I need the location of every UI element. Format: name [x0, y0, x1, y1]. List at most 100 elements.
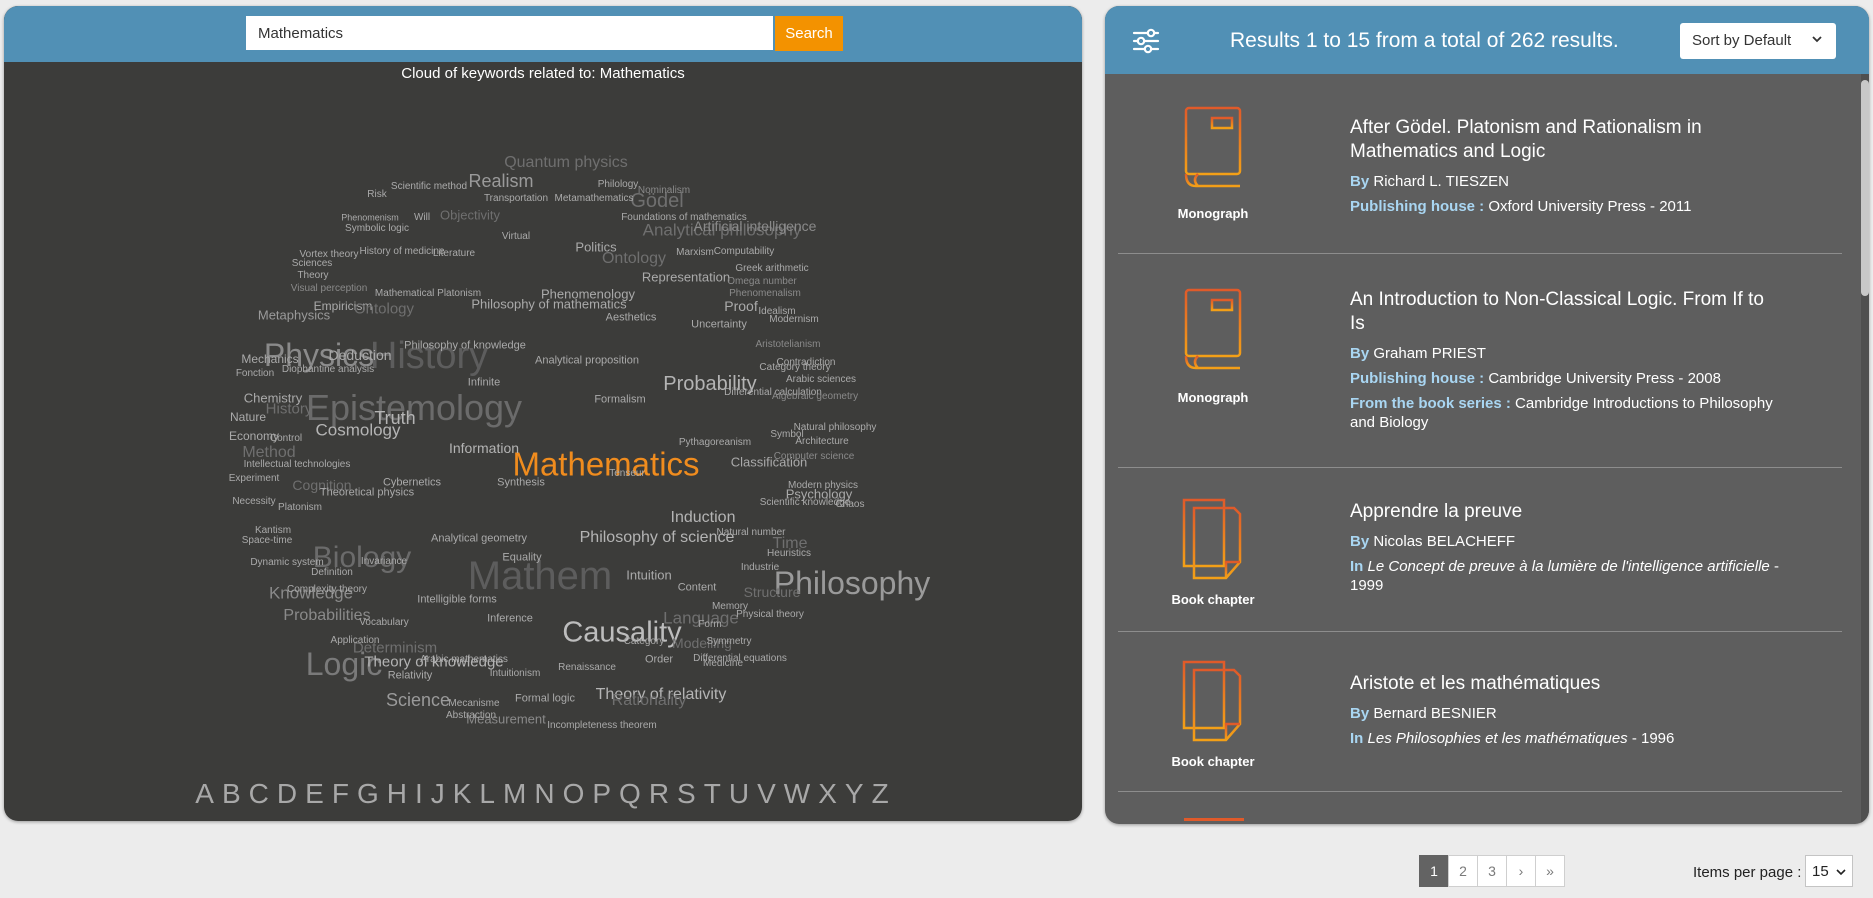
alphabet-letter[interactable]: X: [818, 778, 839, 809]
keyword[interactable]: Experiment: [229, 474, 280, 484]
keyword[interactable]: Renaissance: [558, 663, 616, 673]
alphabet-letter[interactable]: O: [563, 778, 587, 809]
keyword[interactable]: Pythagoreanism: [679, 438, 751, 448]
keyword[interactable]: Necessity: [232, 497, 275, 507]
keyword[interactable]: Objectivity: [440, 209, 500, 222]
keyword[interactable]: Politics: [575, 241, 616, 254]
keyword[interactable]: Space-time: [242, 536, 293, 546]
keyword[interactable]: Philology: [598, 180, 639, 190]
alphabet-letter[interactable]: V: [757, 778, 778, 809]
keyword[interactable]: Scientific method: [391, 182, 467, 192]
keyword[interactable]: Platonism: [278, 503, 322, 513]
keyword[interactable]: Literature: [433, 249, 475, 259]
result-item[interactable]: Monograph After Gödel. Platonism and Rat…: [1118, 74, 1842, 254]
keyword[interactable]: Control: [270, 434, 302, 444]
alphabet-letter[interactable]: S: [677, 778, 698, 809]
keyword[interactable]: Symmetry: [707, 637, 752, 647]
keyword[interactable]: Will: [414, 213, 430, 223]
alphabet-letter[interactable]: G: [357, 778, 381, 809]
keyword[interactable]: History of medicine: [359, 247, 444, 257]
alphabet-letter[interactable]: J: [431, 778, 447, 809]
alphabet-letter[interactable]: Q: [619, 778, 643, 809]
page-button[interactable]: 2: [1448, 855, 1478, 887]
scrollbar-thumb[interactable]: [1861, 80, 1869, 296]
author-name[interactable]: Bernard BESNIER: [1373, 705, 1496, 722]
keyword[interactable]: History: [266, 402, 313, 417]
keyword[interactable]: Nominalism: [638, 186, 690, 196]
result-item-partial[interactable]: [1118, 792, 1842, 824]
keyword[interactable]: Risk: [367, 190, 386, 200]
keyword[interactable]: Philosophy of knowledge: [404, 340, 526, 352]
keyword[interactable]: Intuition: [626, 569, 672, 582]
alphabet-letter[interactable]: Z: [872, 778, 891, 809]
keyword[interactable]: Rationality: [612, 693, 687, 709]
keyword[interactable]: Abstraction: [446, 711, 496, 721]
alphabet-letter[interactable]: Y: [845, 778, 866, 809]
result-title[interactable]: After Gödel. Platonism and Rationalism i…: [1350, 116, 1780, 164]
keyword[interactable]: Relativity: [388, 670, 433, 682]
items-per-page-select[interactable]: 15: [1805, 855, 1853, 887]
keyword[interactable]: Greek arithmetic: [735, 264, 808, 274]
sort-select[interactable]: Sort by Default: [1680, 23, 1836, 59]
keyword[interactable]: Equality: [502, 552, 541, 564]
keyword[interactable]: Intelligible forms: [417, 594, 496, 606]
keyword[interactable]: Science: [386, 691, 450, 709]
result-item[interactable]: Book chapter Apprendre la preuve By Nico…: [1118, 468, 1842, 632]
result-title[interactable]: An Introduction to Non-Classical Logic. …: [1350, 288, 1780, 336]
keyword[interactable]: Phenomenism: [341, 213, 399, 223]
author-name[interactable]: Graham PRIEST: [1373, 345, 1486, 362]
keyword[interactable]: Physical theory: [736, 610, 804, 620]
keyword[interactable]: Idealism: [758, 307, 795, 317]
keyword[interactable]: Intuitionism: [490, 669, 541, 679]
keyword[interactable]: Proof: [724, 299, 757, 313]
keyword[interactable]: Chaos: [836, 500, 865, 510]
keyword[interactable]: Analytical proposition: [535, 355, 639, 367]
keyword[interactable]: Quantum physics: [504, 155, 628, 171]
keyword[interactable]: Definition: [311, 568, 353, 578]
keyword[interactable]: Transportation: [484, 194, 548, 204]
keyword[interactable]: Synthesis: [497, 477, 545, 489]
keyword[interactable]: Metaphysics: [258, 309, 330, 322]
keyword[interactable]: Metamathematics: [555, 194, 634, 204]
keyword[interactable]: Realism: [468, 172, 533, 190]
alphabet-letter[interactable]: T: [704, 778, 723, 809]
alphabet-letter[interactable]: U: [729, 778, 751, 809]
author-name[interactable]: Nicolas BELACHEFF: [1373, 533, 1515, 550]
keyword[interactable]: Complexity theory: [287, 585, 367, 595]
keyword[interactable]: Computability: [714, 247, 775, 257]
keyword[interactable]: Formal logic: [515, 693, 575, 705]
keyword[interactable]: Mathematical Platonism: [375, 289, 481, 299]
keyword[interactable]: Philosophy of science: [580, 530, 735, 546]
next-page-button[interactable]: ›: [1506, 855, 1536, 887]
keyword[interactable]: Deduction: [328, 348, 391, 362]
keyword[interactable]: Heuristics: [767, 549, 811, 559]
keyword[interactable]: Ontology: [354, 302, 414, 317]
keyword[interactable]: Contradiction: [777, 358, 836, 368]
in-title[interactable]: Les Philosophies et les mathématiques: [1368, 730, 1628, 747]
keyword[interactable]: Arabic mathematics: [420, 655, 508, 665]
keyword[interactable]: Aesthetics: [606, 312, 657, 324]
keyword[interactable]: Fonction: [236, 369, 274, 379]
keyword[interactable]: Tenseur: [609, 469, 645, 479]
keyword[interactable]: Natural philosophy: [794, 423, 877, 433]
keyword[interactable]: Virtual: [502, 232, 530, 242]
keyword[interactable]: Inference: [487, 613, 533, 625]
alphabet-letter[interactable]: B: [222, 778, 243, 809]
alphabet-letter[interactable]: K: [453, 778, 474, 809]
result-title[interactable]: Apprendre la preuve: [1350, 500, 1780, 524]
keyword[interactable]: Application: [331, 636, 380, 646]
keyword[interactable]: Information: [449, 441, 519, 455]
keyword[interactable]: Sciences: [292, 259, 333, 269]
keyword[interactable]: Nature: [230, 411, 266, 423]
keyword[interactable]: Invariance: [361, 557, 407, 567]
in-title[interactable]: Le Concept de preuve à la lumière de l'i…: [1368, 558, 1770, 575]
result-title[interactable]: Aristote et les mathématiques: [1350, 672, 1780, 696]
keyword[interactable]: Theory: [297, 271, 328, 281]
keyword[interactable]: Incompleteness theorem: [547, 721, 657, 731]
keyword[interactable]: Mecanisme: [448, 699, 499, 709]
keyword[interactable]: Symbolic logic: [345, 224, 409, 234]
keyword[interactable]: Computer science: [774, 452, 855, 462]
alphabet-letter[interactable]: P: [592, 778, 613, 809]
keyword[interactable]: Arabic sciences: [786, 375, 856, 385]
keyword[interactable]: Modern physics: [788, 481, 858, 491]
